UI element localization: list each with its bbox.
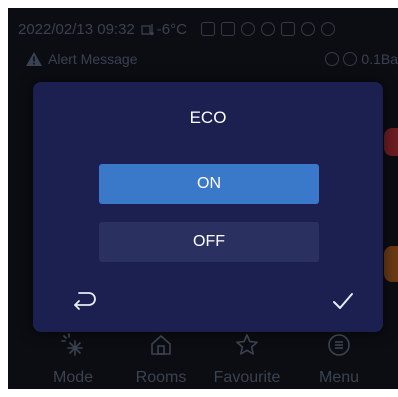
power-status-icon [260, 22, 275, 36]
check-icon[interactable] [331, 290, 355, 312]
nav-item-rooms[interactable]: Rooms [116, 333, 206, 389]
background-accent-red [384, 128, 398, 156]
calendar-status-icon [220, 22, 235, 36]
warning-icon [26, 52, 42, 66]
outdoor-temperature-text: -6°C [156, 20, 187, 38]
nav-label-favourite: Favourite [213, 369, 281, 386]
snowflake-sun-icon [61, 333, 83, 356]
nav-label-menu: Menu [318, 369, 360, 386]
alert-row[interactable]: Alert Message 0.1Ba [8, 48, 398, 70]
status-icons [200, 22, 335, 36]
thermostat-screen: 2022/02/13 09:32 -6°C Alert Message 0.1B… [8, 8, 398, 389]
bottom-navigation: Mode Rooms Favourite Menu [8, 333, 398, 389]
nav-label-rooms: Rooms [135, 369, 187, 386]
nav-item-menu[interactable]: Menu [294, 333, 384, 389]
clock-status-icon [300, 22, 315, 36]
nav-item-mode[interactable]: Mode [28, 333, 118, 389]
list-status-icon [280, 22, 295, 36]
nav-item-favourite[interactable]: Favourite [202, 333, 292, 389]
menu-icon [328, 334, 350, 356]
back-icon[interactable] [71, 290, 97, 312]
eco-dialog: ECO ON OFF [33, 82, 383, 332]
dialog-title: ECO [189, 108, 227, 127]
on-button[interactable]: ON [99, 164, 319, 204]
datetime-text: 2022/02/13 09:32 [18, 20, 135, 38]
fan-status-icon [240, 22, 255, 36]
pressure-text: 0.1Ba [361, 51, 398, 67]
alert-message-text: Alert Message [48, 51, 138, 67]
pressure-group: 0.1Ba [325, 51, 398, 67]
wifi-status-icon [320, 22, 335, 36]
status-bar: 2022/02/13 09:32 -6°C [8, 16, 398, 42]
off-button[interactable]: OFF [99, 222, 319, 262]
gauge-icon [343, 52, 358, 66]
outdoor-temperature-icon [141, 24, 154, 36]
schedule-status-icon [200, 22, 215, 36]
nav-label-mode: Mode [52, 369, 94, 386]
off-button-label: OFF [193, 233, 225, 250]
circulation-icon [325, 52, 340, 66]
star-icon [236, 334, 258, 355]
background-accent-orange [384, 246, 398, 282]
on-button-label: ON [197, 175, 221, 192]
home-icon [151, 335, 171, 355]
